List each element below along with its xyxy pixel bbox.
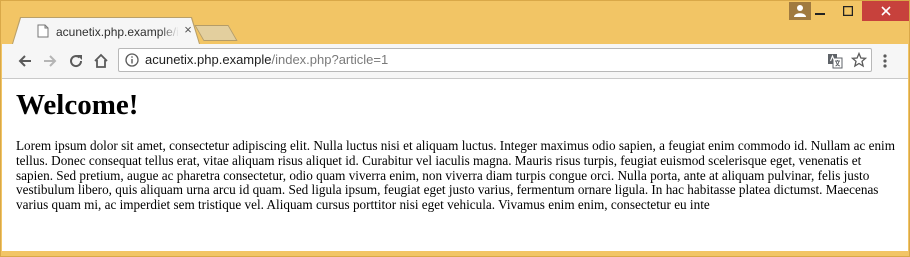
window-controls bbox=[806, 1, 909, 21]
reload-icon[interactable] bbox=[68, 53, 84, 69]
home-icon[interactable] bbox=[93, 53, 109, 69]
minimize-icon[interactable] bbox=[806, 1, 834, 21]
tab-strip: acunetix.php.example/index.php?article=1… bbox=[1, 1, 909, 43]
browser-window: acunetix.php.example/index.php?article=1… bbox=[0, 0, 910, 257]
tab-close-icon[interactable]: × bbox=[181, 23, 195, 37]
browser-toolbar: acunetix.php.example/index.php?article=1 bbox=[2, 44, 908, 79]
article-text: Lorem ipsum dolor sit amet, consectetur … bbox=[16, 138, 895, 213]
browser-tab[interactable]: acunetix.php.example/index.php?article=1… bbox=[13, 18, 199, 44]
translate-icon[interactable] bbox=[827, 53, 843, 69]
url-host: acunetix.php.example bbox=[145, 52, 272, 67]
info-icon[interactable] bbox=[125, 53, 139, 67]
star-icon[interactable] bbox=[850, 51, 868, 68]
url-text: acunetix.php.example/index.php?article=1 bbox=[145, 52, 388, 68]
page-content: Welcome! Lorem ipsum dolor sit amet, con… bbox=[2, 79, 908, 251]
close-icon[interactable] bbox=[862, 1, 909, 21]
url-path: /index.php?article=1 bbox=[271, 52, 389, 67]
new-tab-button[interactable] bbox=[194, 25, 238, 41]
address-bar[interactable]: acunetix.php.example/index.php?article=1 bbox=[118, 48, 872, 72]
page-icon bbox=[37, 24, 49, 38]
vertical-dots-icon[interactable] bbox=[882, 53, 888, 69]
forward-arrow-icon[interactable] bbox=[42, 53, 58, 69]
back-arrow-icon[interactable] bbox=[17, 53, 33, 69]
tab-title: acunetix.php.example/index.php?article=1 bbox=[56, 25, 179, 39]
maximize-icon[interactable] bbox=[834, 1, 862, 21]
page-heading: Welcome! bbox=[16, 89, 139, 121]
